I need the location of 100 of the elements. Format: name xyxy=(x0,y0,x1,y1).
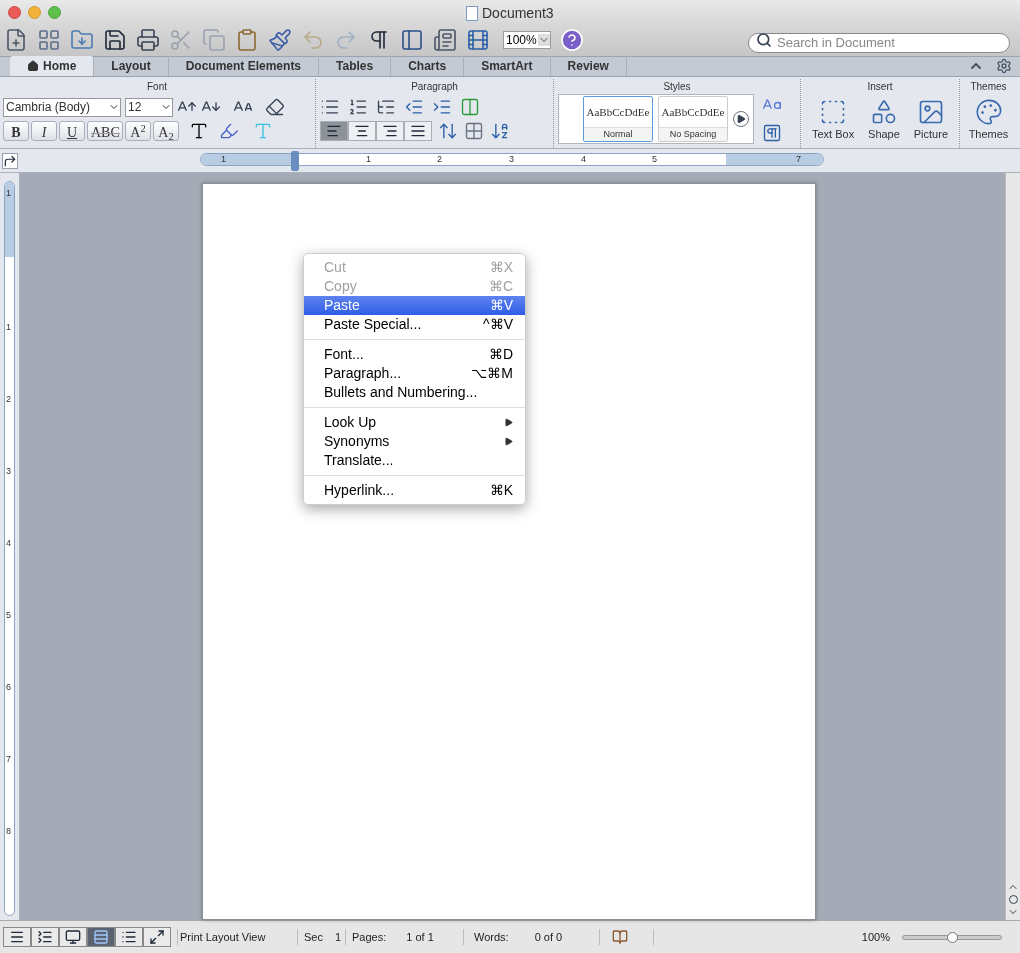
menu-item[interactable]: Paste Special... ^⌘V xyxy=(304,315,525,334)
insert-button[interactable]: Text Box xyxy=(811,98,855,143)
new-document-icon[interactable] xyxy=(4,28,28,52)
align-button[interactable] xyxy=(348,121,376,141)
align-button[interactable] xyxy=(404,121,432,141)
gallery-icon[interactable] xyxy=(37,28,61,52)
window-title: Document3 xyxy=(482,4,554,23)
open-folder-icon[interactable] xyxy=(70,28,94,52)
align-button[interactable] xyxy=(320,121,348,141)
menu-item[interactable]: Synonyms xyxy=(304,432,525,451)
ribbon-tab[interactable]: Tables xyxy=(319,56,392,76)
document-icon xyxy=(466,6,478,21)
search-icon[interactable] xyxy=(756,32,772,48)
group-title: Font xyxy=(146,80,168,94)
view-button[interactable] xyxy=(143,927,171,947)
style-pane-icon[interactable] xyxy=(762,123,782,143)
view-button[interactable] xyxy=(59,927,87,947)
menu-item[interactable]: Look Up xyxy=(304,413,525,432)
ribbon-tab[interactable]: Review xyxy=(550,56,627,76)
search-field[interactable]: Search in Document xyxy=(748,32,1010,53)
ribbon-tab[interactable]: Document Elements xyxy=(168,56,320,76)
format-painter-icon[interactable] xyxy=(268,28,292,52)
align-right-icon xyxy=(382,123,398,139)
print-icon[interactable] xyxy=(136,28,160,52)
ribbon-tab[interactable]: SmartArt xyxy=(464,56,551,76)
settings-icon[interactable] xyxy=(996,58,1012,74)
insert-button[interactable]: Picture xyxy=(913,98,948,143)
ruler-number: 2 xyxy=(437,155,442,164)
ruler-number: 1 xyxy=(6,189,11,198)
menu-item[interactable]: Font... ⌘D xyxy=(304,345,525,364)
format-button[interactable]: U xyxy=(59,121,85,141)
format-button[interactable]: A$_{2}$ xyxy=(153,121,179,141)
menu-item[interactable]: Hyperlink... ⌘K xyxy=(304,481,525,500)
menu-item[interactable]: Paragraph... ⌥⌘M xyxy=(304,364,525,383)
format-button[interactable]: A$^{2}$ xyxy=(125,121,151,141)
status-label: Pages: xyxy=(352,929,387,945)
format-button[interactable]: B xyxy=(3,121,29,141)
ribbon-tab[interactable]: Charts xyxy=(391,56,465,76)
ruler-number: 7 xyxy=(796,155,801,164)
ruler-number: 6 xyxy=(6,683,11,692)
zoom-level: 100% xyxy=(652,928,890,946)
view-button[interactable] xyxy=(3,927,31,947)
style-swatch[interactable]: AaBbCcDdEe No Spacing xyxy=(658,96,728,142)
font-size-field[interactable]: 12 xyxy=(125,97,173,117)
clear-format-icon[interactable] xyxy=(265,97,285,117)
ribbon-tab[interactable]: Layout xyxy=(94,56,169,76)
font-color-icon[interactable] xyxy=(189,121,209,141)
format-button[interactable]: I xyxy=(31,121,57,141)
zoom-field[interactable]: 100% xyxy=(503,31,551,49)
numbering-icon[interactable] xyxy=(348,97,368,117)
group-title: Styles xyxy=(662,80,692,94)
ruler-number: 4 xyxy=(581,155,586,164)
menu-item[interactable]: Paste ⌘V xyxy=(304,296,525,315)
style-swatch[interactable]: AaBbCcDdEe Normal xyxy=(583,96,653,142)
align-button[interactable] xyxy=(376,121,404,141)
submenu-icon xyxy=(504,437,513,446)
columns-icon[interactable] xyxy=(460,97,480,117)
ruler-number: 2 xyxy=(6,395,11,404)
media-icon[interactable] xyxy=(466,28,490,52)
help-icon[interactable] xyxy=(560,28,584,52)
ruler-number: 8 xyxy=(6,827,11,836)
layout-icon[interactable] xyxy=(433,28,457,52)
outline-icon xyxy=(37,929,53,945)
align-left-icon xyxy=(326,123,342,139)
indent-marker[interactable] xyxy=(291,151,299,171)
slider-thumb[interactable] xyxy=(947,931,958,943)
list-icon xyxy=(121,929,137,945)
ribbon-tab[interactable]: Home xyxy=(10,56,95,76)
status-label: Sec xyxy=(304,929,323,945)
ruler-number: 3 xyxy=(6,467,11,476)
expand-icon xyxy=(149,929,165,945)
save-icon[interactable] xyxy=(103,28,127,52)
view-button[interactable] xyxy=(31,927,59,947)
zoom-button[interactable] xyxy=(48,5,61,19)
close-button[interactable] xyxy=(8,5,21,19)
lines-icon xyxy=(93,929,109,945)
lines-icon xyxy=(9,929,25,945)
scrollbar[interactable] xyxy=(1005,173,1020,920)
paste-icon[interactable] xyxy=(235,28,259,52)
ruler-number: 5 xyxy=(652,155,657,164)
sidebar-icon[interactable] xyxy=(400,28,424,52)
font-family-field[interactable]: Cambria (Body) xyxy=(3,97,121,117)
ruler-number: 1 xyxy=(6,323,11,332)
borders-icon[interactable] xyxy=(464,121,484,141)
palette-icon xyxy=(974,98,1003,126)
view-button[interactable] xyxy=(115,927,143,947)
status-label: Words: xyxy=(474,929,509,945)
dropdown-icon xyxy=(538,34,550,46)
tab-selector-icon[interactable] xyxy=(2,152,18,169)
insert-button[interactable]: Shape xyxy=(868,98,900,143)
book-icon[interactable] xyxy=(612,929,628,945)
menu-item[interactable]: Translate... xyxy=(304,451,525,470)
sort-icon[interactable] xyxy=(490,121,510,141)
menu-item[interactable]: Bullets and Numbering... xyxy=(304,383,525,402)
line-spacing-icon[interactable] xyxy=(438,121,458,141)
highlight-icon[interactable] xyxy=(219,121,239,141)
zoom-slider[interactable] xyxy=(902,934,1002,940)
window-icon xyxy=(65,929,81,945)
group-title: Themes xyxy=(970,80,1007,94)
themes-button[interactable]: Themes xyxy=(968,98,1009,143)
